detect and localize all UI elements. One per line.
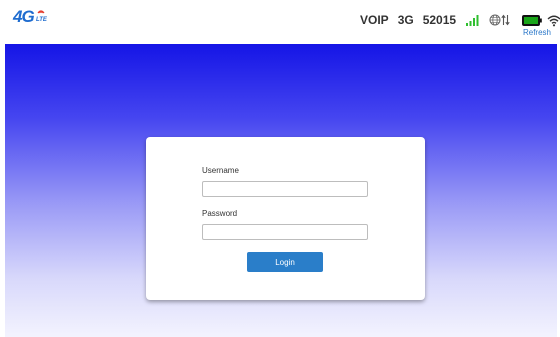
logo-wave-icon	[37, 10, 45, 14]
password-label: Password	[202, 209, 238, 218]
refresh-link[interactable]: Refresh	[523, 28, 551, 37]
login-button[interactable]: Login	[247, 252, 323, 272]
network-operator-code: 52015	[422, 13, 457, 27]
top-header: 4G LTE VOIP 3G 52015 Refresh	[0, 0, 560, 44]
username-label: Username	[202, 166, 239, 175]
battery-icon	[522, 14, 542, 26]
voip-status: VOIP	[360, 13, 389, 27]
logo-text: 4G	[13, 7, 35, 26]
password-input[interactable]	[202, 224, 368, 240]
status-bar: VOIP 3G 52015	[360, 12, 560, 28]
data-transfer-arrows-icon	[501, 14, 510, 26]
login-card: Username Password Login	[146, 137, 425, 300]
wifi-icon	[547, 15, 560, 26]
logo-4g-lte: 4G LTE	[13, 6, 53, 28]
globe-icon	[489, 14, 501, 26]
network-type: 3G	[397, 13, 414, 27]
username-input[interactable]	[202, 181, 368, 197]
logo-subtext: LTE	[36, 17, 47, 23]
signal-strength-icon	[466, 15, 479, 26]
